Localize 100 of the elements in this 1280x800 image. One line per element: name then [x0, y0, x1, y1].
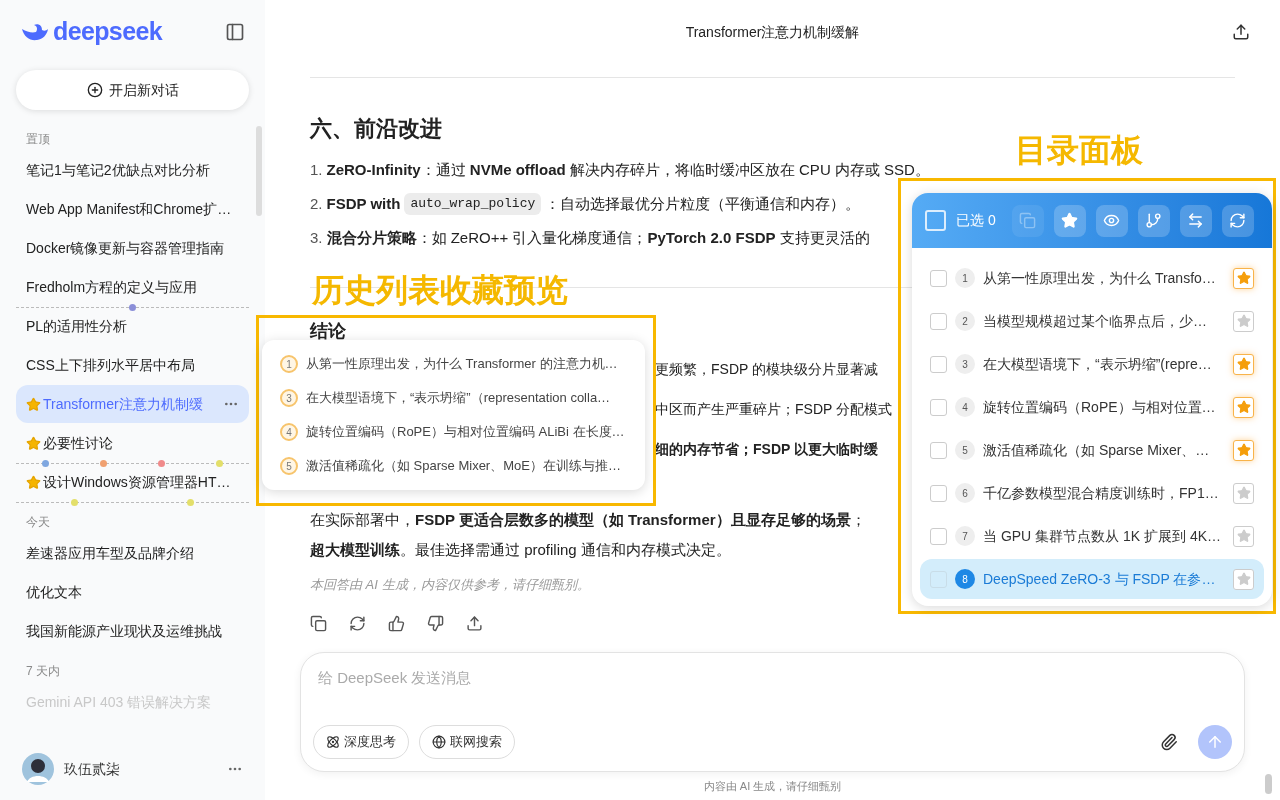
number-badge: 3: [955, 354, 975, 374]
star-button[interactable]: [1053, 204, 1086, 237]
section-label: 置顶: [25, 131, 51, 148]
toc-item[interactable]: 2 当模型规模超过某个临界点后，少…: [920, 301, 1264, 341]
section-heading: 六、前沿改进: [310, 115, 443, 143]
list-text: 混合分片策略：如 ZeRO++ 引入量化梯度通信；PyTorch 2.0 FSDP 支持更灵活的: [326, 227, 870, 248]
star-icon: [1061, 212, 1079, 229]
new-chat-button[interactable]: 开启新对话: [16, 70, 249, 110]
preview-item[interactable]: 1 从第一性原理出发，为什么 Transformer 的注意力机…: [280, 352, 627, 376]
send-button[interactable]: [1198, 725, 1232, 759]
chat-item[interactable]: 优化文本: [16, 573, 249, 611]
toc-item[interactable]: 3 在大模型语境下，“表示坍缩”(repre…: [920, 344, 1264, 384]
number-badge: 5: [280, 457, 298, 475]
inline-code: auto_wrap_policy: [404, 193, 542, 215]
chat-item[interactable]: 差速器应用车型及品牌介绍: [16, 534, 249, 572]
chat-item[interactable]: Fredholm方程的定义与应用: [16, 268, 249, 306]
list-number: 2.: [310, 193, 323, 214]
star-icon: [1236, 572, 1251, 586]
refresh-icon: [1229, 212, 1247, 229]
atom-icon: [326, 735, 340, 749]
message-composer[interactable]: 给 DeepSeek 发送消息 深度思考 联网搜索: [300, 652, 1245, 772]
section-heading: 结论: [310, 321, 346, 341]
number-badge: 4: [280, 423, 298, 441]
checkbox[interactable]: [930, 398, 947, 416]
chat-item[interactable]: Transformer注意力机制缓: [16, 385, 249, 423]
number-badge: 3: [280, 389, 298, 407]
star-icon: [1236, 529, 1251, 543]
chat-item[interactable]: 必要性讨论: [16, 424, 249, 462]
star-icon: [1236, 357, 1251, 371]
checkbox[interactable]: [930, 269, 947, 287]
preview-item[interactable]: 4 旋转位置编码（RoPE）与相对位置编码 ALiBi 在长度…: [280, 420, 627, 444]
list-text: FSDP with: [326, 193, 401, 214]
avatar-icon[interactable]: [22, 753, 54, 785]
favorite-button[interactable]: [1233, 439, 1254, 461]
section-label: 7 天内: [25, 663, 61, 680]
number-badge: 5: [955, 440, 975, 460]
favorite-button[interactable]: [1233, 267, 1254, 289]
preview-item[interactable]: 3 在大模型语境下，“表示坍缩”（representation colla…: [280, 386, 627, 410]
branch-button[interactable]: [1137, 204, 1170, 237]
number-badge: 4: [955, 397, 975, 417]
logo-wordmark: deepseek: [53, 16, 162, 48]
paragraph-text: 超大模型训练。最佳选择需通过 profiling 通信和内存模式决定。: [310, 541, 731, 558]
scrollbar: [1265, 774, 1272, 794]
star-icon: [1236, 271, 1251, 285]
checkbox[interactable]: [930, 355, 947, 373]
favorite-button[interactable]: [1233, 482, 1254, 504]
toc-item[interactable]: 6 千亿参数模型混合精度训练时，FP1…: [920, 473, 1264, 513]
chat-item[interactable]: 笔记1与笔记2优缺点对比分析: [16, 151, 249, 189]
checkbox[interactable]: [930, 484, 947, 502]
number-badge: 6: [955, 483, 975, 503]
chat-item[interactable]: Docker镜像更新与容器管理指南: [16, 229, 249, 267]
chat-item[interactable]: Web App Manifest和Chrome扩…: [16, 190, 249, 228]
attach-icon[interactable]: [1160, 733, 1178, 751]
list-text: ZeRO-Infinity：通过 NVMe offload 解决内存碎片，将临时缓冲区放在 CPU 内存或 SSD。: [326, 159, 930, 180]
favorite-button[interactable]: [1233, 396, 1254, 418]
checkbox[interactable]: [930, 312, 947, 330]
checkbox[interactable]: [930, 441, 947, 459]
chat-item[interactable]: 设计Windows资源管理器HT…: [16, 463, 249, 501]
chat-item[interactable]: 我国新能源产业现状及运维挑战: [16, 612, 249, 650]
whale-logo-icon: [20, 21, 50, 43]
favorite-button[interactable]: [1233, 568, 1254, 590]
thumbs-down-icon[interactable]: [427, 614, 444, 632]
number-badge: 1: [955, 268, 975, 288]
favorite-button[interactable]: [1233, 310, 1254, 332]
toc-item[interactable]: 7 当 GPU 集群节点数从 1K 扩展到 4K…: [920, 516, 1264, 556]
paragraph-text: 在实际部署中，FSDP 更适合层数多的模型（如 Transformer）且显存足够的场景；: [310, 511, 866, 528]
eye-button[interactable]: [1095, 204, 1128, 237]
thumbs-up-icon[interactable]: [388, 614, 405, 632]
toc-item[interactable]: 4 旋转位置编码（RoPE）与相对位置…: [920, 387, 1264, 427]
share-icon[interactable]: [466, 614, 483, 632]
sidebar-toggle-icon[interactable]: [225, 22, 245, 42]
chat-item[interactable]: CSS上下排列水平居中布局: [16, 346, 249, 384]
checkbox[interactable]: [930, 527, 947, 545]
plus-icon: [86, 82, 103, 98]
selected-count: 已选 0: [956, 211, 996, 230]
star-icon: [1236, 314, 1251, 328]
message-input[interactable]: 给 DeepSeek 发送消息: [313, 667, 1232, 690]
favorite-button[interactable]: [1233, 353, 1254, 375]
copy-icon: [1019, 212, 1037, 229]
swap-button[interactable]: [1179, 204, 1212, 237]
chat-item[interactable]: PL的适用性分析: [16, 307, 249, 345]
callout-label: 目录面板: [1015, 131, 1143, 170]
callout-label: 历史列表收藏预览: [312, 271, 568, 310]
copy-icon[interactable]: [310, 614, 327, 632]
star-icon: [1236, 443, 1251, 457]
number-badge: 7: [955, 526, 975, 546]
favorite-button[interactable]: [1233, 525, 1254, 547]
share-icon[interactable]: [1232, 23, 1250, 41]
preview-item[interactable]: 5 激活值稀疏化（如 Sparse Mixer、MoE）在训练与推…: [280, 454, 627, 478]
user-name: 玖伍贰柒: [64, 759, 121, 779]
refresh-icon[interactable]: [349, 614, 366, 632]
star-icon: [1236, 400, 1251, 414]
toc-item[interactable]: 8 DeepSpeed ZeRO-3 与 FSDP 在参…: [920, 559, 1264, 599]
toc-item[interactable]: 5 激活值稀疏化（如 Sparse Mixer、…: [920, 430, 1264, 470]
footer-note: 内容由 AI 生成，请仔细甄别: [702, 778, 843, 794]
number-badge: 2: [955, 311, 975, 331]
branch-icon: [1145, 212, 1163, 229]
toc-item[interactable]: 1 从第一性原理出发，为什么 Transfo…: [920, 258, 1264, 298]
star-icon: [1236, 486, 1251, 500]
refresh-button[interactable]: [1221, 204, 1254, 237]
